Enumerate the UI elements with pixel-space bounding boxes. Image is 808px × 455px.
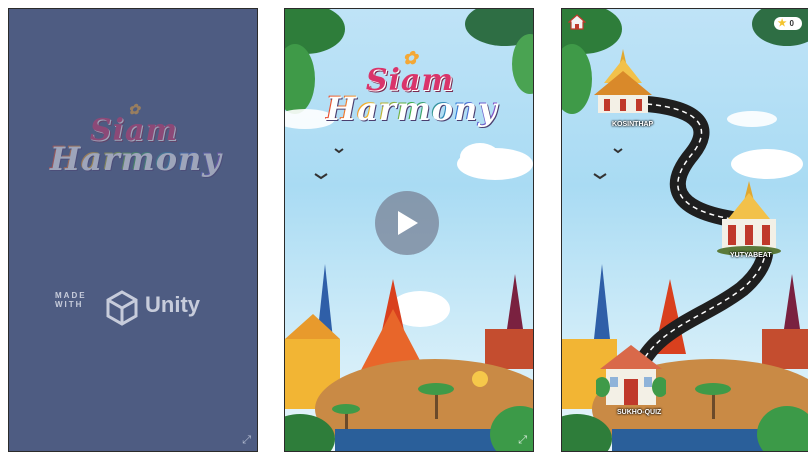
splash-screen: ✿ Siam Harmony MADE WITH Unity ⤢ [8, 8, 258, 452]
home-icon[interactable] [568, 14, 586, 30]
temple-icon [717, 181, 781, 255]
level-label: SUKHO-QUIZ [617, 409, 662, 416]
star-count: 0 [789, 19, 794, 28]
fullscreen-icon[interactable]: ⤢ [518, 434, 527, 447]
star-counter: ★ 0 [773, 17, 802, 30]
logo-line-2: Harmony [325, 89, 497, 128]
made-with-text: MADE WITH [55, 291, 87, 309]
unity-logo-icon [106, 290, 138, 326]
logo-line-2: Harmony [49, 138, 221, 177]
star-icon: ★ [777, 18, 787, 29]
temple-icon [594, 49, 652, 113]
game-logo: ✿ Siam Harmony [325, 49, 497, 128]
game-logo: ✿ Siam Harmony [49, 103, 221, 177]
fullscreen-icon[interactable]: ⤢ [242, 434, 251, 447]
level-label: YUTYABEAT [730, 252, 772, 259]
title-screen: ✿ Siam Harmony ⤢ [284, 8, 534, 452]
map-screen: ★ 0 KOSINTHAP YUTYABEAT SUKHO-QUIZ [561, 8, 808, 452]
level-label: KOSINTHAP [612, 121, 654, 128]
play-icon [398, 211, 418, 235]
temple-icon [596, 345, 666, 405]
unity-wordmark: Unity [145, 292, 200, 317]
play-button[interactable] [375, 191, 439, 255]
